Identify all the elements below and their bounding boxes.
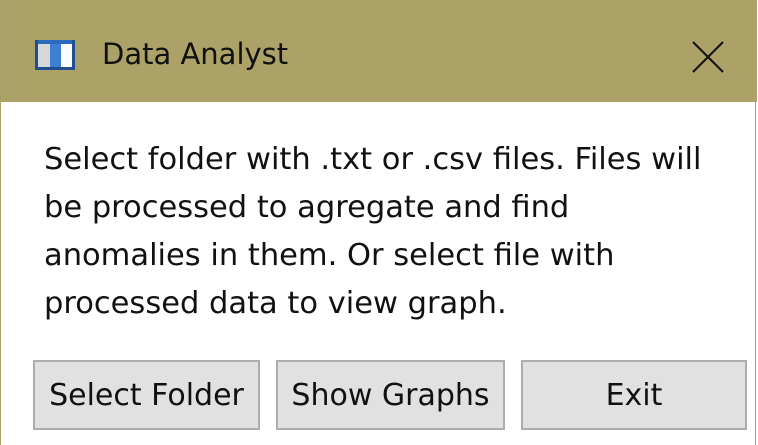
description-line: be processed to agregate and find xyxy=(44,190,570,225)
app-window: Data Analyst Select folder with .txt or … xyxy=(0,0,757,445)
exit-button[interactable]: Exit xyxy=(521,360,747,430)
description-line: processed data to view graph. xyxy=(44,286,507,321)
select-folder-button[interactable]: Select Folder xyxy=(33,360,260,430)
window-title: Data Analyst xyxy=(102,37,289,71)
description-line: anomalies in them. Or select file with xyxy=(44,238,615,273)
description-line: Select folder with .txt or .csv files. F… xyxy=(44,142,702,177)
title-bar[interactable]: Data Analyst xyxy=(1,0,757,102)
description-text: Select folder with .txt or .csv files. F… xyxy=(44,136,749,328)
show-graphs-button[interactable]: Show Graphs xyxy=(276,360,505,430)
application-window-icon xyxy=(35,40,75,70)
close-icon xyxy=(692,41,724,73)
close-button[interactable] xyxy=(683,32,733,82)
